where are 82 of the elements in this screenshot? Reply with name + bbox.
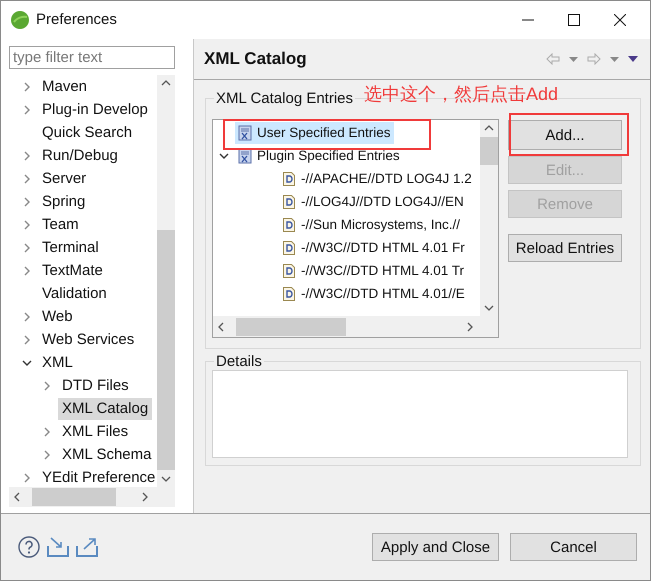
scroll-up-icon[interactable] — [484, 125, 494, 131]
view-menu-icon[interactable] — [628, 56, 638, 62]
tree-item[interactable]: TextMate — [42, 260, 107, 282]
filter-field[interactable]: type filter text — [9, 46, 175, 69]
tree-item[interactable]: Web Services — [42, 328, 138, 350]
back-arrow-icon[interactable] — [546, 53, 560, 65]
tree-item[interactable]: Quick Search — [42, 122, 136, 144]
scrollbar-thumb[interactable] — [32, 488, 116, 506]
tree-item[interactable]: -//W3C//DTD HTML 4.01 Fr — [279, 236, 468, 258]
tree-item[interactable]: -//APACHE//DTD LOG4J 1.2 — [279, 168, 475, 190]
chevron-right-icon[interactable] — [22, 266, 32, 276]
chevron-right-icon[interactable] — [42, 426, 52, 436]
dtd-file-icon — [282, 286, 296, 302]
chevron-right-icon[interactable] — [22, 312, 32, 322]
scroll-down-icon[interactable] — [484, 305, 494, 311]
chevron-down-icon[interactable] — [219, 150, 229, 160]
scrollbar-thumb[interactable] — [157, 230, 175, 470]
close-icon[interactable] — [614, 14, 626, 26]
page-title: XML Catalog — [204, 49, 307, 69]
dialog-button[interactable]: Apply and Close — [372, 533, 499, 561]
tree-item[interactable]: YEdit Preference — [42, 466, 157, 487]
tree-item[interactable]: Spring — [42, 190, 90, 212]
maximize-icon[interactable] — [568, 14, 580, 26]
tree-item[interactable]: Validation — [42, 282, 111, 304]
scroll-up-icon[interactable] — [161, 80, 171, 86]
dtd-file-icon — [282, 262, 296, 278]
tree-item[interactable]: -//Sun Microsystems, Inc.// — [279, 214, 464, 236]
tree-item[interactable]: Maven — [42, 76, 92, 98]
export-icon[interactable] — [76, 537, 98, 557]
chevron-right-icon[interactable] — [42, 450, 52, 460]
dtd-file-icon — [282, 240, 296, 256]
dtd-file-icon — [282, 216, 296, 232]
dtd-file-icon — [282, 194, 296, 210]
tree-item[interactable]: -//W3C//DTD HTML 4.01 Tr — [279, 260, 468, 282]
tree-item[interactable]: -//LOG4J//DTD LOG4J//EN — [279, 190, 467, 212]
tree-item[interactable]: Server — [42, 168, 90, 190]
scrollbar-thumb[interactable] — [236, 318, 346, 336]
group-label: Details — [215, 353, 263, 370]
chevron-right-icon[interactable] — [42, 380, 52, 390]
chevron-right-icon[interactable] — [22, 150, 32, 160]
scroll-left-icon[interactable] — [218, 322, 224, 332]
scroll-left-icon[interactable] — [14, 492, 20, 502]
chevron-right-icon[interactable] — [22, 82, 32, 92]
app-logo-icon — [10, 10, 30, 30]
tree-item[interactable]: XML — [42, 352, 77, 374]
dtd-file-icon — [282, 170, 296, 186]
chevron-right-icon[interactable] — [22, 220, 32, 230]
scroll-right-icon[interactable] — [142, 492, 148, 502]
dialog-button[interactable]: Add... — [508, 120, 622, 150]
annotation-text: 选中这个，然后点击Add — [364, 83, 558, 106]
dialog-button[interactable]: Reload Entries — [508, 234, 622, 262]
tree-item[interactable]: XML Catalog — [58, 398, 152, 420]
chevron-right-icon[interactable] — [22, 174, 32, 184]
import-icon[interactable] — [47, 537, 69, 557]
tree-item[interactable]: Plug-in Develop — [42, 98, 152, 120]
window-title: Preferences — [36, 11, 117, 28]
chevron-right-icon[interactable] — [22, 242, 32, 252]
tree-item[interactable]: Team — [42, 214, 83, 236]
scroll-right-icon[interactable] — [467, 322, 473, 332]
dropdown-icon[interactable] — [569, 56, 578, 62]
chevron-right-icon[interactable] — [22, 196, 32, 206]
scrollbar-thumb[interactable] — [480, 137, 498, 165]
tree-item[interactable]: Run/Debug — [42, 144, 122, 166]
chevron-down-icon[interactable] — [22, 358, 32, 368]
group-label: XML Catalog Entries — [215, 90, 354, 107]
dropdown-icon[interactable] — [610, 56, 619, 62]
tree-item[interactable]: Web — [42, 306, 77, 328]
tree-item[interactable]: Terminal — [42, 236, 103, 258]
tree-item[interactable]: XML Schema — [62, 444, 156, 466]
dialog-button[interactable]: Cancel — [510, 533, 637, 561]
chevron-right-icon[interactable] — [22, 472, 32, 482]
forward-arrow-icon[interactable] — [587, 53, 601, 65]
tree-item[interactable]: XML Files — [62, 420, 132, 442]
help-icon[interactable] — [18, 536, 40, 558]
chevron-right-icon[interactable] — [22, 334, 32, 344]
chevron-right-icon[interactable] — [22, 104, 32, 114]
scroll-down-icon[interactable] — [161, 476, 171, 482]
catalog-icon — [238, 124, 252, 140]
tree-item[interactable]: User Specified Entries — [235, 122, 394, 144]
tree-item[interactable]: -//W3C//DTD HTML 4.01//E — [279, 282, 468, 304]
tree-item[interactable]: Plugin Specified Entries — [235, 144, 403, 166]
tree-item[interactable]: DTD Files — [62, 374, 133, 396]
